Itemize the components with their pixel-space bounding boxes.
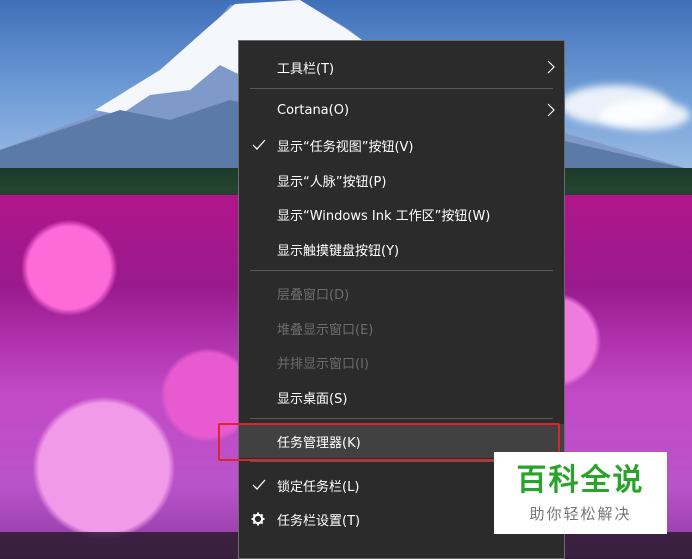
watermark-logo: 百科全说 助你轻松解决 (494, 452, 667, 534)
menu-item-stack-windows: 堆叠显示窗口(E) (239, 311, 564, 345)
menu-item-side-by-side: 并排显示窗口(I) (239, 345, 564, 379)
checkmark-icon (252, 128, 266, 162)
gear-icon (251, 502, 265, 536)
menu-item-label: 任务栏设置(T) (277, 513, 361, 529)
watermark-title: 百科全说 (516, 462, 645, 498)
menu-item-label: 显示桌面(S) (277, 391, 348, 407)
menu-item-show-windows-ink[interactable]: 显示“Windows Ink 工作区”按钮(W) (239, 197, 564, 231)
chevron-right-icon (546, 50, 556, 84)
menu-item-show-touch-keyboard[interactable]: 显示触摸键盘按钮(Y) (239, 232, 564, 266)
menu-separator (250, 88, 553, 89)
menu-item-show-task-view[interactable]: 显示“任务视图”按钮(V) (239, 128, 564, 162)
menu-item-show-people[interactable]: 显示“人脉”按钮(P) (239, 163, 564, 197)
menu-item-label: 锁定任务栏(L) (277, 479, 360, 495)
menu-separator (250, 270, 553, 271)
menu-item-label: 显示“人脉”按钮(P) (277, 174, 387, 190)
menu-item-label: Cortana(O) (277, 102, 350, 118)
chevron-right-icon (546, 93, 556, 127)
menu-item-cascade-windows: 层叠窗口(D) (239, 276, 564, 310)
menu-item-label: 工具栏(T) (277, 61, 335, 77)
menu-item-label: 并排显示窗口(I) (277, 356, 369, 372)
menu-item-label: 显示“Windows Ink 工作区”按钮(W) (277, 208, 491, 224)
menu-item-cortana[interactable]: Cortana(O) (239, 93, 564, 127)
menu-item-label: 显示“任务视图”按钮(V) (277, 139, 414, 155)
menu-item-label: 层叠窗口(D) (277, 287, 350, 303)
menu-separator (250, 418, 553, 419)
watermark-subtitle: 助你轻松解决 (529, 504, 632, 523)
menu-item-label: 显示触摸键盘按钮(Y) (277, 243, 400, 259)
menu-item-label: 堆叠显示窗口(E) (277, 322, 374, 338)
menu-item-show-desktop[interactable]: 显示桌面(S) (239, 380, 564, 414)
checkmark-icon (252, 468, 266, 502)
menu-item-toolbars[interactable]: 工具栏(T) (239, 50, 564, 84)
